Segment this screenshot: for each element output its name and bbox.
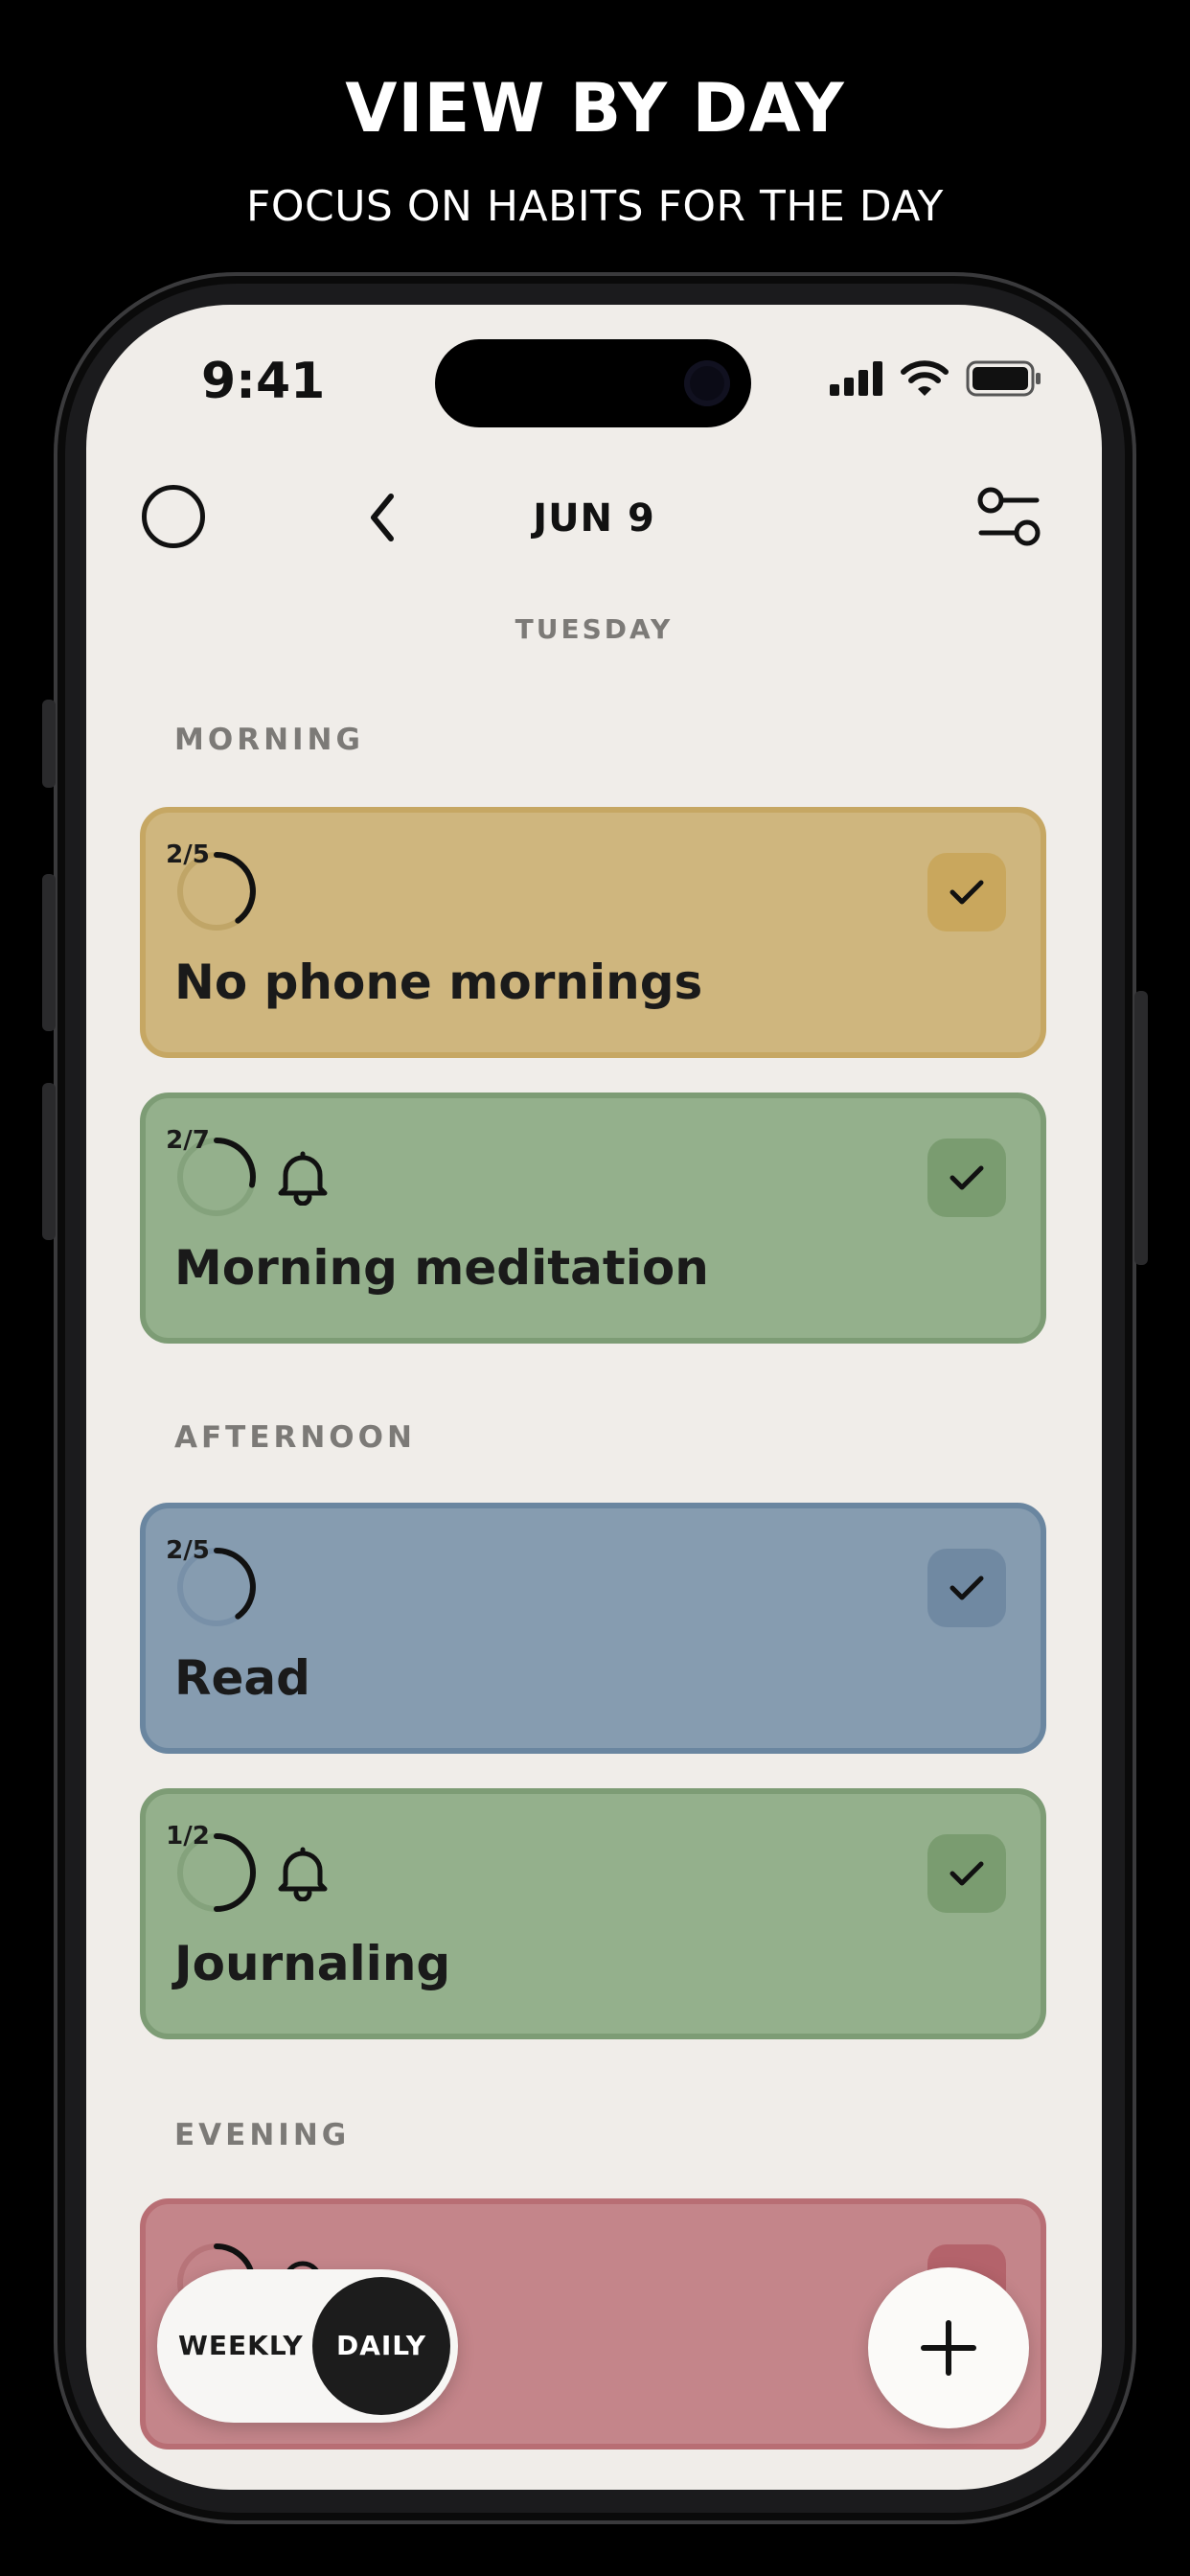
battery-icon — [966, 360, 1041, 397]
view-toggle[interactable]: WEEKLY DAILY — [157, 2269, 458, 2423]
complete-checkbox[interactable] — [927, 853, 1006, 932]
progress-count: 2/5 — [166, 840, 210, 869]
date-navigation: JUN 9 — [86, 477, 1102, 573]
bell-icon — [278, 1151, 328, 1206]
weekday-label: TUESDAY — [515, 613, 674, 645]
section-label-evening: EVENING — [174, 2118, 351, 2152]
habit-name: Journaling — [174, 1936, 451, 1991]
phone-power-button — [1134, 991, 1148, 1265]
checkmark-icon — [950, 1576, 984, 1600]
complete-checkbox[interactable] — [927, 1138, 1006, 1217]
habit-card[interactable]: 2/5 Read — [140, 1503, 1046, 1754]
checkmark-icon — [950, 880, 984, 905]
complete-checkbox[interactable] — [927, 1549, 1006, 1627]
phone-volume-up-button — [42, 874, 56, 1031]
phone-volume-down-button — [42, 1083, 56, 1240]
bell-icon — [278, 1847, 328, 1901]
progress-count: 2/5 — [166, 1536, 210, 1565]
section-label-morning: MORNING — [174, 723, 364, 757]
habit-name: No phone mornings — [174, 954, 703, 1010]
status-time: 9:41 — [201, 353, 326, 410]
filter-settings-icon[interactable] — [975, 483, 1044, 552]
weekly-view-button[interactable]: WEEKLY — [178, 2269, 304, 2423]
daily-view-button[interactable]: DAILY — [312, 2277, 450, 2415]
habit-name: Morning meditation — [174, 1240, 709, 1296]
wifi-icon — [901, 360, 949, 396]
habit-card[interactable]: 1/2 Journaling — [140, 1788, 1046, 2039]
habit-card[interactable]: 2/7 Morning meditation — [140, 1092, 1046, 1344]
front-camera — [684, 360, 730, 406]
promo-subtitle: FOCUS ON HABITS FOR THE DAY — [246, 182, 944, 231]
checkmark-icon — [950, 1861, 984, 1886]
current-date[interactable]: JUN 9 — [86, 496, 1102, 540]
promo-title: VIEW BY DAY — [345, 69, 845, 148]
habit-name: Read — [174, 1650, 310, 1706]
dynamic-island — [435, 339, 751, 427]
cellular-signal-icon — [830, 361, 882, 396]
checkmark-icon — [950, 1165, 984, 1190]
phone-action-button — [42, 700, 56, 788]
section-label-afternoon: AFTERNOON — [174, 1420, 416, 1455]
complete-checkbox[interactable] — [927, 1834, 1006, 1913]
progress-count: 2/7 — [166, 1126, 210, 1155]
plus-icon — [921, 2320, 976, 2376]
progress-count: 1/2 — [166, 1822, 210, 1851]
status-icons — [830, 360, 1042, 397]
add-habit-button[interactable] — [868, 2267, 1029, 2428]
habit-card[interactable]: 2/5 No phone mornings — [140, 807, 1046, 1058]
app-screen: 9:41 JUN 9 TUESDAY MORNING 2/5 No phone … — [86, 305, 1102, 2490]
